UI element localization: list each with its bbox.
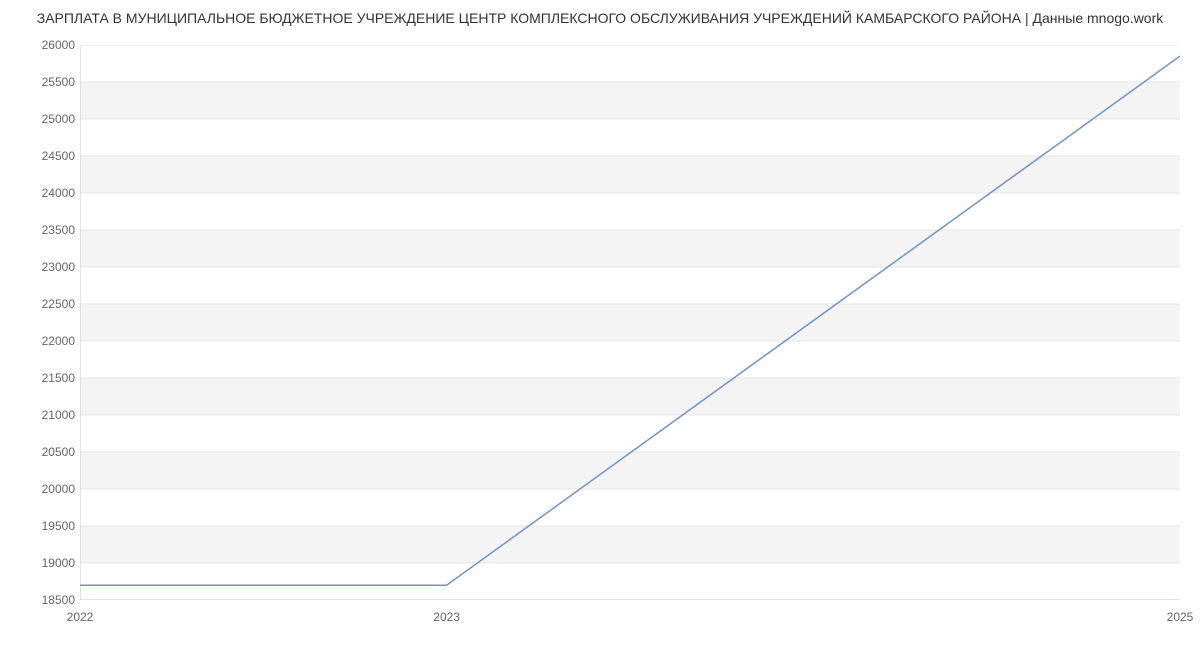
x-tick-label: 2022 (67, 610, 94, 624)
y-tick-label: 24500 (25, 149, 75, 163)
plot-band (80, 452, 1180, 489)
plot-area (80, 45, 1180, 600)
y-tick-label: 25000 (25, 112, 75, 126)
y-tick-label: 18500 (25, 593, 75, 607)
y-tick-label: 19000 (25, 556, 75, 570)
x-tick-label: 2023 (433, 610, 460, 624)
y-tick-label: 26000 (25, 38, 75, 52)
x-tick-label: 2025 (1167, 610, 1194, 624)
y-tick-label: 22500 (25, 297, 75, 311)
y-tick-label: 23500 (25, 223, 75, 237)
y-tick-label: 25500 (25, 75, 75, 89)
y-tick-label: 20000 (25, 482, 75, 496)
y-tick-label: 21500 (25, 371, 75, 385)
y-tick-label: 19500 (25, 519, 75, 533)
y-tick-label: 22000 (25, 334, 75, 348)
plot-band (80, 526, 1180, 563)
plot-band (80, 304, 1180, 341)
y-tick-label: 20500 (25, 445, 75, 459)
plot-band (80, 230, 1180, 267)
y-tick-label: 23000 (25, 260, 75, 274)
y-tick-label: 21000 (25, 408, 75, 422)
chart-container: ЗАРПЛАТА В МУНИЦИПАЛЬНОЕ БЮДЖЕТНОЕ УЧРЕЖ… (0, 0, 1200, 650)
y-tick-label: 24000 (25, 186, 75, 200)
chart-title: ЗАРПЛАТА В МУНИЦИПАЛЬНОЕ БЮДЖЕТНОЕ УЧРЕЖ… (0, 10, 1200, 26)
plot-band (80, 378, 1180, 415)
plot-bands (80, 82, 1180, 563)
plot-band (80, 82, 1180, 119)
